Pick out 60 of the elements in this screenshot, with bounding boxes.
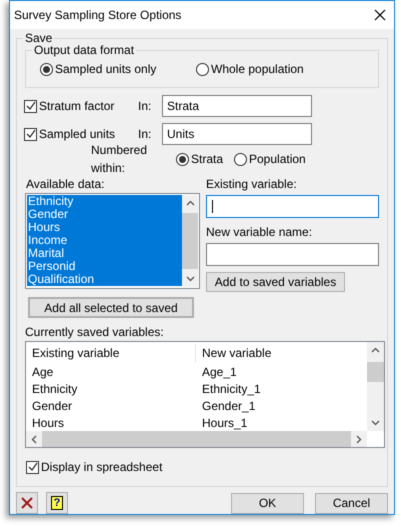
group-title: Output data format xyxy=(32,43,136,57)
add-all-button[interactable]: Add all selected to saved xyxy=(28,297,194,318)
scrollbar-thumb[interactable] xyxy=(367,362,384,382)
table-cell-text: Ethnicity xyxy=(31,380,78,398)
checkbox[interactable] xyxy=(24,128,37,140)
field-label: Numbered within: xyxy=(91,142,148,177)
radio-button[interactable] xyxy=(234,152,247,166)
checkbox[interactable] xyxy=(26,460,39,474)
checkbox[interactable] xyxy=(24,100,37,112)
list-label: Available data: xyxy=(26,177,106,191)
table-cell-text: Age_1 xyxy=(201,364,238,380)
list-item[interactable]: Ethnicity xyxy=(27,195,182,208)
checkmark-icon xyxy=(28,462,38,472)
ok-button[interactable]: OK xyxy=(231,492,304,514)
table-cell-text: Hours xyxy=(31,414,66,431)
list-item[interactable]: Gender xyxy=(27,208,182,221)
checkbox-label: Sampled units xyxy=(39,126,116,143)
cross-icon xyxy=(21,497,33,509)
radio-button[interactable] xyxy=(196,62,209,76)
field-label: New variable name: xyxy=(206,225,314,239)
checkmark-icon xyxy=(26,129,36,139)
checkmark-icon xyxy=(26,101,36,111)
cancel-button[interactable]: Cancel xyxy=(315,492,388,514)
scrollbar[interactable] xyxy=(182,195,198,287)
list-item[interactable]: Personid xyxy=(27,260,182,273)
group-title: Save xyxy=(23,31,54,45)
radio-button[interactable] xyxy=(40,62,53,76)
scrollbar[interactable] xyxy=(367,342,384,431)
list-label: Currently saved variables: xyxy=(25,325,165,339)
list-item[interactable]: Hours xyxy=(27,221,182,234)
table-cell-text: Age xyxy=(31,364,54,380)
checkbox-label: Stratum factor xyxy=(39,98,114,115)
radio-label: Strata xyxy=(191,151,224,168)
radio-label: Sampled units only xyxy=(55,61,156,78)
table-cell-text: Gender_1 xyxy=(201,398,256,414)
help-button[interactable]: ? xyxy=(46,492,68,514)
column-header[interactable]: New variable xyxy=(196,344,278,362)
checkbox-label: Display in spreadsheet xyxy=(41,459,162,476)
cancel-icon-button[interactable] xyxy=(16,492,38,514)
input-field[interactable] xyxy=(206,195,379,218)
scrollbar-thumb[interactable] xyxy=(182,213,198,269)
radio-label: Population xyxy=(249,151,306,168)
field-label: In: xyxy=(138,126,152,143)
close-icon[interactable] xyxy=(374,9,386,21)
field-label: Existing variable: xyxy=(206,177,298,191)
radio-label: Whole population xyxy=(211,61,304,78)
table-cell-text: Gender xyxy=(31,398,74,414)
add-to-saved-button[interactable]: Add to saved variables xyxy=(206,272,345,292)
column-header[interactable]: Existing variable xyxy=(26,344,196,362)
list-item[interactable]: Qualification xyxy=(27,273,182,286)
window-title: Survey Sampling Store Options xyxy=(14,7,182,24)
table-cell-text: Hours_1 xyxy=(201,414,248,431)
input-field[interactable]: Strata xyxy=(162,95,312,117)
input-field[interactable]: Units xyxy=(162,123,312,145)
list-item[interactable]: Marital xyxy=(27,247,182,260)
input-field[interactable] xyxy=(206,243,379,266)
field-label: In: xyxy=(138,98,152,115)
radio-button[interactable] xyxy=(176,152,189,166)
table-cell-text: Ethnicity_1 xyxy=(201,380,262,398)
list-item[interactable]: Income xyxy=(27,234,182,247)
